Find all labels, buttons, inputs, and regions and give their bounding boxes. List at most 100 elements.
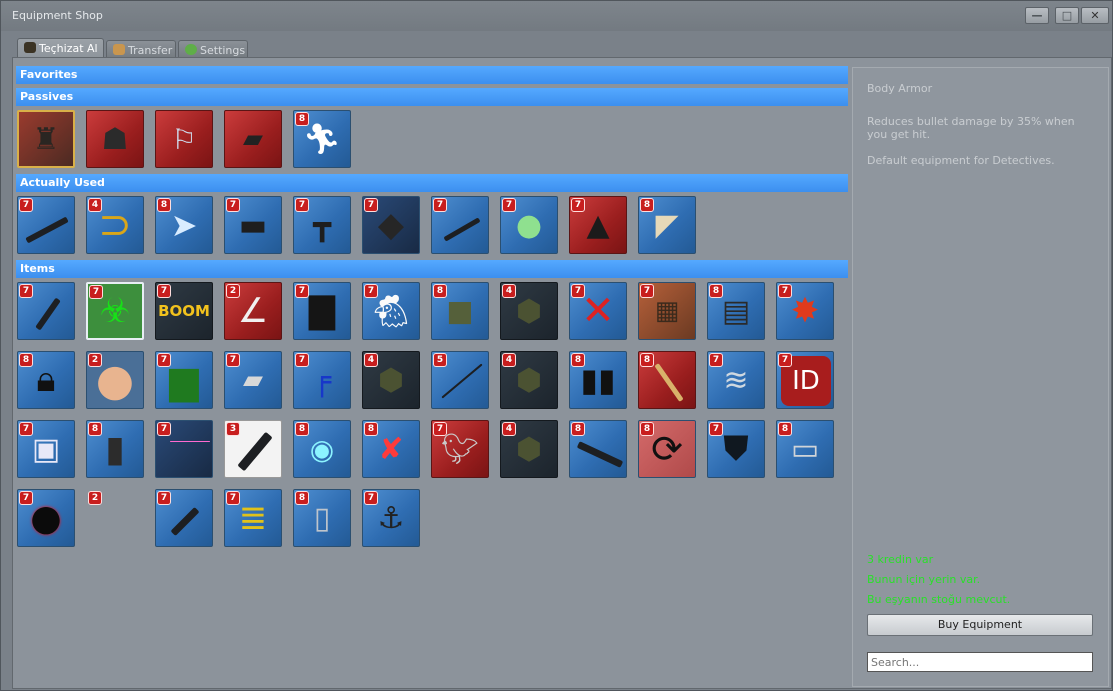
item-knife[interactable]: 7 bbox=[431, 196, 489, 254]
item-paper[interactable]: 8 ◤ bbox=[638, 196, 696, 254]
item-badge: 7 bbox=[433, 198, 447, 212]
item-portal-gun[interactable]: 8 ◉ bbox=[293, 420, 351, 478]
item-uzi[interactable]: 7 ┳ bbox=[293, 196, 351, 254]
item-chicken[interactable]: 7 🐔︎ bbox=[362, 282, 420, 340]
item-assault-rifle[interactable]: 8 bbox=[569, 420, 627, 478]
item-empty-slot[interactable]: 2 bbox=[86, 489, 144, 547]
item-phone[interactable]: 8 ▯ bbox=[293, 489, 351, 547]
body-armor-icon: ♜ bbox=[32, 121, 60, 157]
equipment-shop-window: Equipment Shop — □ ✕ Teçhizat Al Transfe… bbox=[0, 0, 1113, 691]
item-health-station[interactable]: 7 ▣ bbox=[17, 420, 75, 478]
item-badge: 7 bbox=[364, 198, 378, 212]
item-grenade-pack[interactable]: 4 ⬢ bbox=[500, 282, 558, 340]
item-badge: 8 bbox=[571, 422, 585, 436]
item-badge: 7 bbox=[295, 198, 309, 212]
buy-equipment-button[interactable]: Buy Equipment bbox=[867, 614, 1093, 636]
room-status: Bunun için yerin var. bbox=[867, 573, 981, 586]
item-badge: 8 bbox=[640, 198, 654, 212]
category-actually-used[interactable]: Actually Used bbox=[16, 174, 848, 192]
item-swap-gun[interactable]: 8 ✘ bbox=[362, 420, 420, 478]
credits-status: 3 kredin var bbox=[867, 553, 934, 566]
search-input[interactable] bbox=[867, 652, 1093, 672]
item-badge: 7 bbox=[157, 491, 171, 505]
item-face[interactable]: 2 ● bbox=[86, 351, 144, 409]
item-radar[interactable]: ▰ bbox=[224, 110, 282, 168]
item-biohazard[interactable]: 7 ☣ bbox=[86, 282, 144, 340]
item-badge: 7 bbox=[433, 422, 447, 436]
item-rifle[interactable]: 7 bbox=[17, 196, 75, 254]
item-badge: 8 bbox=[709, 284, 723, 298]
item-turtle[interactable]: 7 ● bbox=[500, 196, 558, 254]
item-coil[interactable]: 7 ≣ bbox=[224, 489, 282, 547]
item-badge: 3 bbox=[226, 422, 240, 436]
item-hook[interactable]: 7 ⚓︎ bbox=[362, 489, 420, 547]
item-badge: 8 bbox=[571, 353, 585, 367]
item-recycle[interactable]: 8 ⟳ bbox=[638, 420, 696, 478]
item-armor-boots[interactable]: ⚐ bbox=[155, 110, 213, 168]
minimize-button[interactable]: — bbox=[1025, 7, 1049, 24]
item-spear[interactable]: 5 bbox=[431, 351, 489, 409]
item-silenced-pistol[interactable]: 7 bbox=[17, 282, 75, 340]
item-armor-plate[interactable]: 7 ◆ bbox=[362, 196, 420, 254]
item-briefcase[interactable]: 7 ▇ bbox=[293, 282, 351, 340]
item-id[interactable]: 7 ID bbox=[776, 351, 834, 409]
transfer-icon bbox=[113, 44, 125, 55]
item-robot-mask[interactable]: 7 ⛊ bbox=[707, 420, 765, 478]
item-bat[interactable]: 8 bbox=[638, 351, 696, 409]
item-boomerang[interactable]: 2 ∠ bbox=[224, 282, 282, 340]
item-vest[interactable]: 8 ◼ bbox=[431, 282, 489, 340]
item-canister[interactable]: 7 ▰ bbox=[224, 351, 282, 409]
item-banana[interactable]: 4 ⊃ bbox=[86, 196, 144, 254]
equipment-list[interactable]: Favorites Passives ♜ ☗ ⚐ ▰ 8 🏃︎ Actually… bbox=[16, 66, 849, 686]
item-badge: 7 bbox=[157, 353, 171, 367]
item-grenade-pack-2[interactable]: 4 ⬢ bbox=[362, 351, 420, 409]
item-explosion-scene[interactable]: 7 ▦ bbox=[638, 282, 696, 340]
close-button[interactable]: ✕ bbox=[1081, 7, 1109, 24]
category-items[interactable]: Items bbox=[16, 260, 848, 278]
item-speed[interactable]: 8 🏃︎ bbox=[293, 110, 351, 168]
item-laser[interactable]: 7 bbox=[155, 420, 213, 478]
item-bomb[interactable]: 7 ● bbox=[17, 489, 75, 547]
item-exploding-device[interactable]: 7 ✸ bbox=[776, 282, 834, 340]
item-scanner[interactable]: 8 ▭ bbox=[776, 420, 834, 478]
item-badge: 2 bbox=[88, 491, 102, 505]
item-badge: 7 bbox=[226, 491, 240, 505]
item-padlock[interactable]: 8 🔒︎ bbox=[17, 351, 75, 409]
item-badge: 4 bbox=[364, 353, 378, 367]
item-spring[interactable]: 7 ≋ bbox=[707, 351, 765, 409]
item-mine[interactable]: 7 ▲ bbox=[569, 196, 627, 254]
maximize-button[interactable]: □ bbox=[1055, 7, 1079, 24]
item-badge: 7 bbox=[89, 285, 103, 299]
item-minigun[interactable]: 3 bbox=[224, 420, 282, 478]
item-body-armor[interactable]: ♜ bbox=[17, 110, 75, 168]
item-info-panel: Body Armor Reduces bullet damage by 35% … bbox=[852, 67, 1109, 687]
item-radio-box[interactable]: 8 ▤ bbox=[707, 282, 765, 340]
item-disguise[interactable]: ☗ bbox=[86, 110, 144, 168]
item-crate[interactable]: 7 ▆ bbox=[155, 351, 213, 409]
assault-rifle-icon bbox=[576, 441, 624, 468]
item-barrel[interactable]: 8 ▮ bbox=[86, 420, 144, 478]
item-pigeon[interactable]: 7 🐦︎ bbox=[431, 420, 489, 478]
item-boom[interactable]: 7 BOOM bbox=[155, 282, 213, 340]
titlebar[interactable]: Equipment Shop — □ ✕ bbox=[1, 1, 1112, 31]
category-passives[interactable]: Passives bbox=[16, 88, 848, 106]
item-blue-pistol[interactable]: 7 ╒ bbox=[293, 351, 351, 409]
item-badge: 5 bbox=[433, 353, 447, 367]
tab-techizat-al[interactable]: Teçhizat Al bbox=[17, 38, 104, 59]
item-grenade-pack-4[interactable]: 4 ⬢ bbox=[500, 420, 558, 478]
item-bomb-station[interactable]: 7 ▬ bbox=[224, 196, 282, 254]
laser-icon bbox=[170, 441, 210, 442]
item-pistol[interactable]: 7 bbox=[155, 489, 213, 547]
item-badge: 8 bbox=[295, 112, 309, 126]
item-grenade-pack-3[interactable]: 4 ⬢ bbox=[500, 351, 558, 409]
item-no-decoy[interactable]: 7 ✕ bbox=[569, 282, 627, 340]
item-binocular[interactable]: 8 ▮▮ bbox=[569, 351, 627, 409]
item-badge: 7 bbox=[19, 422, 33, 436]
item-badge: 7 bbox=[709, 353, 723, 367]
item-badge: 7 bbox=[157, 422, 171, 436]
item-badge: 7 bbox=[571, 198, 585, 212]
category-favorites[interactable]: Favorites bbox=[16, 66, 848, 84]
item-speed-arrow[interactable]: 8 ➤ bbox=[155, 196, 213, 254]
item-badge: 2 bbox=[88, 353, 102, 367]
item-badge: 7 bbox=[709, 422, 723, 436]
